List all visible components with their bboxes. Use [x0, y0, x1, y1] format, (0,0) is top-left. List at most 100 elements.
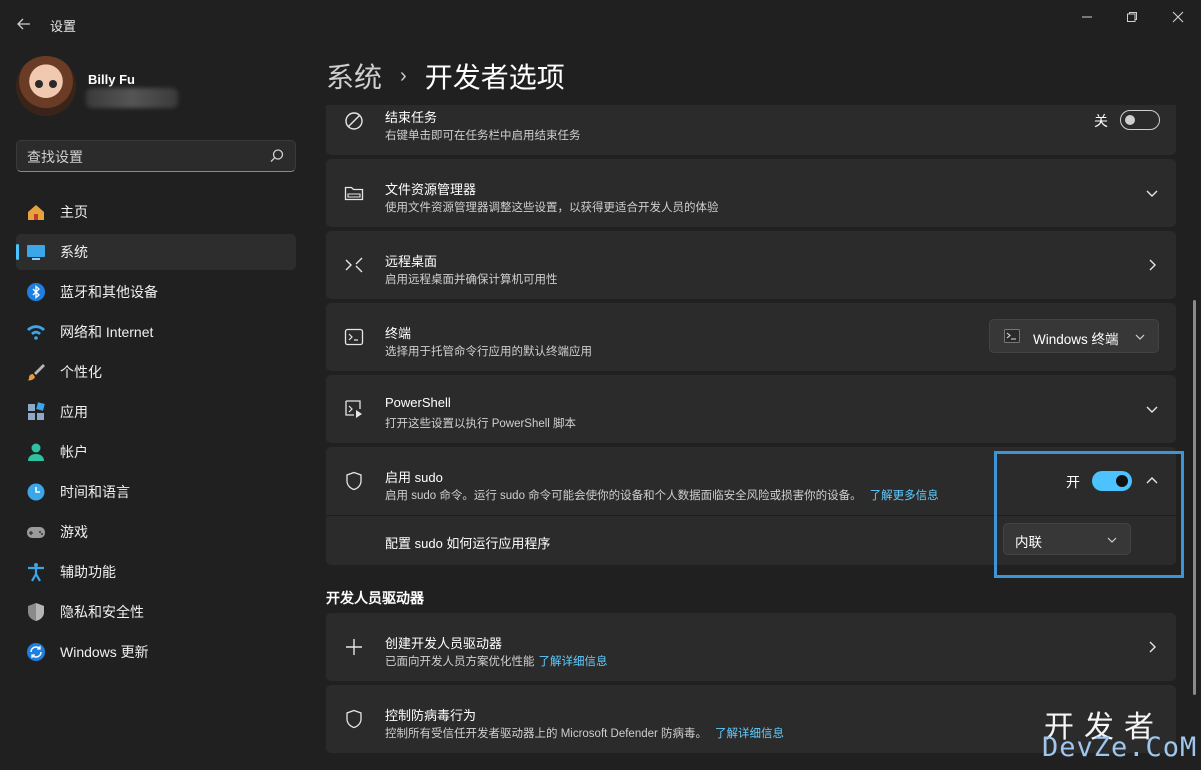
- chevron-down-icon[interactable]: [1144, 401, 1160, 417]
- card-title: PowerShell: [385, 395, 451, 410]
- divider: [326, 515, 1176, 516]
- shield-outline-icon: [346, 709, 362, 729]
- card-title: 控制防病毒行为: [385, 708, 477, 723]
- card-desc: 使用文件资源管理器调整这些设置，以获得更适合开发人员的体验: [385, 202, 719, 214]
- search-box[interactable]: [16, 140, 296, 172]
- sidebar-item-windows-update[interactable]: Windows 更新: [16, 634, 296, 670]
- sudo-mode-label: 配置 sudo 如何运行应用程序: [385, 536, 551, 551]
- chevron-right-icon[interactable]: [1144, 257, 1160, 273]
- sidebar-item-personalization[interactable]: 个性化: [16, 354, 296, 390]
- card-terminal: 终端 选择用于托管命令行应用的默认终端应用 Windows 终端: [326, 303, 1176, 371]
- sidebar-item-privacy[interactable]: 隐私和安全性: [16, 594, 296, 630]
- card-powershell[interactable]: PowerShell 打开这些设置以执行 PowerShell 脚本: [326, 375, 1176, 443]
- account-icon: [25, 441, 47, 463]
- main-content: 结束任务 右键单击即可在任务栏中启用结束任务 关 文件资源管理器 使用文件资源管…: [326, 105, 1176, 770]
- chevron-down-icon: [1135, 334, 1145, 340]
- page-title: 开发者选项: [424, 62, 565, 93]
- search-input[interactable]: [27, 147, 257, 167]
- app-title: 设置: [50, 19, 77, 34]
- card-end-task: 结束任务 右键单击即可在任务栏中启用结束任务 关: [326, 105, 1176, 155]
- sidebar-item-gaming[interactable]: 游戏: [16, 514, 296, 550]
- search-icon[interactable]: [269, 148, 285, 164]
- card-remote-desktop[interactable]: 远程桌面 启用远程桌面并确保计算机可用性: [326, 231, 1176, 299]
- accessibility-icon: [25, 561, 47, 583]
- breadcrumb: 系统 › 开发者选项: [326, 56, 565, 96]
- card-title: 终端: [385, 326, 412, 341]
- card-desc: 启用 sudo 命令。运行 sudo 命令可能会使你的设备和个人数据面临安全风险…: [385, 487, 939, 503]
- sidebar-item-bluetooth[interactable]: 蓝牙和其他设备: [16, 274, 296, 310]
- card-title: 结束任务: [385, 110, 438, 125]
- dropdown-value: 内联: [1015, 535, 1042, 550]
- shield-outline-icon: [346, 471, 362, 491]
- sudo-toggle[interactable]: [1092, 471, 1132, 491]
- nav-list: 主页 系统 蓝牙和其他设备 网络和 Internet 个性化 应用 帐户 时间和…: [16, 194, 296, 674]
- card-create-dev-drive[interactable]: 创建开发人员驱动器 已面向开发人员方案优化性能 了解详细信息: [326, 613, 1176, 681]
- card-title: 远程桌面: [385, 254, 438, 269]
- learn-more-link[interactable]: 了解更多信息: [870, 490, 939, 502]
- plus-icon: [346, 639, 362, 655]
- card-desc: 已面向开发人员方案优化性能 了解详细信息: [385, 653, 608, 669]
- powershell-icon: [345, 400, 362, 418]
- sidebar-item-label: 系统: [60, 244, 88, 260]
- close-icon[interactable]: [1164, 8, 1192, 28]
- sidebar-item-label: 蓝牙和其他设备: [60, 284, 158, 300]
- sidebar-item-accounts[interactable]: 帐户: [16, 434, 296, 470]
- sidebar-item-home[interactable]: 主页: [16, 194, 296, 230]
- breadcrumb-separator: ›: [400, 64, 407, 87]
- gaming-icon: [25, 521, 47, 543]
- time-language-icon: [25, 481, 47, 503]
- folder-icon: [344, 186, 364, 201]
- toggle-state-label: 关: [1094, 113, 1108, 129]
- chevron-right-icon[interactable]: [1144, 639, 1160, 655]
- avatar-eye: [35, 80, 43, 88]
- card-enable-sudo: 启用 sudo 启用 sudo 命令。运行 sudo 命令可能会使你的设备和个人…: [326, 447, 1176, 565]
- terminal-icon: [344, 328, 364, 346]
- sidebar-item-label: 游戏: [60, 524, 88, 540]
- sidebar-item-apps[interactable]: 应用: [16, 394, 296, 430]
- breadcrumb-parent[interactable]: 系统: [326, 56, 382, 96]
- scrollbar-thumb[interactable]: [1193, 300, 1196, 695]
- sidebar-item-label: 帐户: [60, 444, 88, 460]
- apps-icon: [25, 401, 47, 423]
- sudo-mode-dropdown[interactable]: 内联: [1003, 523, 1131, 555]
- sidebar-item-label: 隐私和安全性: [60, 604, 144, 620]
- terminal-dropdown[interactable]: Windows 终端: [989, 319, 1159, 353]
- learn-more-link[interactable]: 了解详细信息: [539, 656, 608, 668]
- sidebar-item-label: 辅助功能: [60, 564, 116, 580]
- card-desc-text: 控制所有受信任开发者驱动器上的 Microsoft Defender 防病毒。: [385, 728, 708, 740]
- sidebar-item-system[interactable]: 系统: [16, 234, 296, 270]
- sidebar-item-time-language[interactable]: 时间和语言: [16, 474, 296, 510]
- learn-more-link[interactable]: 了解详细信息: [715, 728, 784, 740]
- wifi-icon: [25, 321, 47, 343]
- card-desc-text: 启用 sudo 命令。运行 sudo 命令可能会使你的设备和个人数据面临安全风险…: [385, 490, 862, 502]
- maximize-icon[interactable]: [1118, 8, 1146, 28]
- back-arrow-icon[interactable]: [12, 12, 36, 36]
- chevron-down-icon[interactable]: [1144, 185, 1160, 201]
- avatar[interactable]: [16, 56, 76, 116]
- terminal-app-icon: [1004, 329, 1020, 343]
- sidebar-item-label: 网络和 Internet: [60, 324, 154, 340]
- card-desc-text: 已面向开发人员方案优化性能: [385, 656, 535, 668]
- minimize-icon[interactable]: [1073, 8, 1101, 28]
- remote-desktop-icon: [345, 257, 363, 273]
- user-email-blurred: [86, 88, 178, 108]
- title-bar: 设置: [0, 0, 1201, 46]
- sidebar-item-label: 应用: [60, 404, 88, 420]
- sidebar-item-accessibility[interactable]: 辅助功能: [16, 554, 296, 590]
- sidebar-item-network[interactable]: 网络和 Internet: [16, 314, 296, 350]
- end-task-toggle[interactable]: [1120, 110, 1160, 130]
- home-icon: [25, 201, 47, 223]
- system-icon: [25, 241, 47, 263]
- card-desc: 右键单击即可在任务栏中启用结束任务: [385, 130, 581, 142]
- card-title: 创建开发人员驱动器: [385, 636, 503, 651]
- sidebar: Billy Fu 主页 系统 蓝牙和其他设备 网络: [0, 46, 310, 770]
- chevron-down-icon: [1107, 537, 1117, 543]
- sidebar-item-label: 个性化: [60, 364, 102, 380]
- user-name: Billy Fu: [88, 72, 135, 87]
- card-file-explorer[interactable]: 文件资源管理器 使用文件资源管理器调整这些设置，以获得更适合开发人员的体验: [326, 159, 1176, 227]
- dropdown-value: Windows 终端: [1033, 332, 1119, 347]
- chevron-up-icon[interactable]: [1144, 473, 1160, 489]
- card-title: 文件资源管理器: [385, 182, 477, 197]
- sidebar-item-label: 时间和语言: [60, 484, 130, 500]
- card-title: 启用 sudo: [385, 470, 443, 485]
